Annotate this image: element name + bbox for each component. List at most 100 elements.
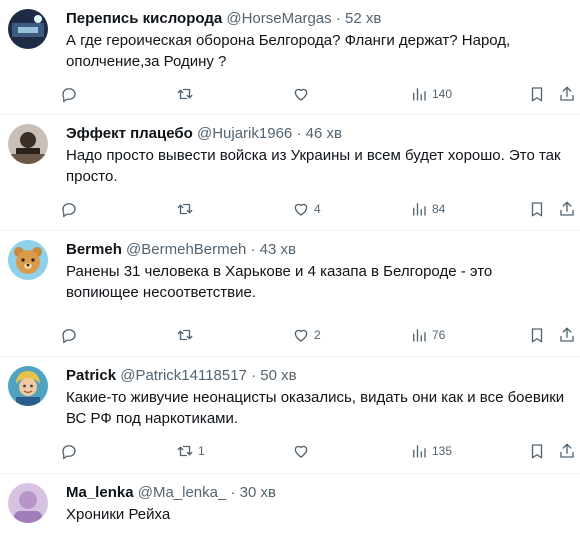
avatar-image [8,124,48,164]
tweet-header: Bermeh @BermehBermeh · 43 хв [66,240,568,260]
view-count: 76 [432,328,446,342]
action-bar: 140 [62,72,574,116]
views-button[interactable]: 84 [410,200,445,218]
author-handle[interactable]: @BermehBermeh [126,241,246,258]
author-name[interactable]: Patrick [66,367,116,384]
like-count: 2 [314,328,321,342]
bookmark-icon [531,202,543,217]
like-icon [294,88,308,101]
reply-button[interactable] [60,85,82,103]
avatar-image [8,366,48,406]
retweet-icon [177,329,193,341]
action-bar: 2 76 [62,313,574,357]
timestamp[interactable]: 46 хв [306,125,342,142]
bookmark-button[interactable] [528,442,546,460]
bookmark-button[interactable] [528,326,546,344]
like-button[interactable]: 2 [292,326,321,344]
reply-feed: Перепись кислорода @HorseMargas · 52 хв … [0,0,580,536]
timestamp[interactable]: 50 хв [260,367,296,384]
like-button[interactable]: 4 [292,200,321,218]
like-button[interactable] [292,442,314,460]
share-icon [560,327,574,342]
share-icon [560,201,574,216]
retweet-button[interactable] [176,326,198,344]
separator-dot: · [251,367,257,384]
author-name[interactable]: Эффект плацебо [66,125,193,142]
avatar[interactable] [8,483,48,523]
view-count: 84 [432,202,446,216]
reply-button[interactable] [60,200,82,218]
retweet-button[interactable] [176,200,198,218]
tweet-text: Ранены 31 человека в Харькове и 4 казапа… [66,263,493,301]
tweet[interactable]: Bermeh @BermehBermeh · 43 хв Ранены 31 ч… [0,231,580,357]
timestamp[interactable]: 52 хв [345,10,381,27]
tweet-header: Ma_lenka @Ma_lenka_ · 30 хв [66,483,568,503]
separator-dot: · [250,241,256,258]
views-icon [413,88,426,101]
avatar[interactable] [8,366,48,406]
tweet[interactable]: Patrick @Patrick14118517 · 50 хв Какие-т… [0,357,580,474]
views-button[interactable]: 76 [410,326,445,344]
tweet-header: Patrick @Patrick14118517 · 50 хв [66,366,568,386]
timestamp[interactable]: 30 хв [240,484,276,501]
bookmark-icon [531,444,543,459]
author-name[interactable]: Ma_lenka [66,484,134,501]
tweet-text: Хроники Рейха [66,506,171,523]
retweet-button[interactable]: 1 [176,442,205,460]
view-count: 140 [432,87,453,101]
tweet[interactable]: Перепись кислорода @HorseMargas · 52 хв … [0,0,580,115]
separator-dot: · [230,484,236,501]
retweet-icon [177,445,193,457]
tweet[interactable]: Эффект плацебо @Hujarik1966 · 46 хв Надо… [0,115,580,231]
tweet-text: А где героическая оборона Белгорода? Фла… [66,32,511,70]
reply-button[interactable] [60,326,82,344]
tweet-header: Эффект плацебо @Hujarik1966 · 46 хв [66,124,568,144]
tweet-text: Какие-то живучие неонацисты оказались, в… [66,389,565,427]
avatar[interactable] [8,240,48,280]
tweet[interactable]: Ma_lenka @Ma_lenka_ · 30 хв Хроники Рейх… [0,474,580,536]
avatar[interactable] [8,124,48,164]
bookmark-icon [531,328,543,343]
separator-dot: · [335,10,341,27]
like-icon [294,329,308,342]
retweet-icon [177,203,193,215]
bookmark-icon [531,87,543,102]
share-button[interactable] [558,442,576,460]
avatar-image [8,240,48,280]
action-bar: 4 84 [62,187,574,231]
share-icon [560,86,574,101]
like-button[interactable] [292,85,314,103]
views-icon [413,203,426,216]
author-name[interactable]: Перепись кислорода [66,10,222,27]
bookmark-button[interactable] [528,200,546,218]
like-icon [294,203,308,216]
author-handle[interactable]: @Patrick14118517 [120,367,247,384]
share-icon [560,443,574,458]
like-count: 4 [314,202,321,216]
timestamp[interactable]: 43 хв [260,241,296,258]
views-button[interactable]: 140 [410,85,452,103]
share-button[interactable] [558,85,576,103]
reply-icon [62,88,76,103]
share-button[interactable] [558,326,576,344]
author-handle[interactable]: @Hujarik1966 [197,125,292,142]
author-handle[interactable]: @HorseMargas [226,10,331,27]
retweet-count: 1 [198,444,205,458]
share-button[interactable] [558,200,576,218]
tweet-header: Перепись кислорода @HorseMargas · 52 хв [66,9,568,29]
separator-dot: · [296,125,302,142]
view-count: 135 [432,444,453,458]
action-bar: 1 135 [62,429,574,473]
bookmark-button[interactable] [528,85,546,103]
views-icon [413,329,426,342]
retweet-button[interactable] [176,85,198,103]
avatar-image [8,9,48,49]
reply-icon [62,329,76,344]
avatar[interactable] [8,9,48,49]
author-name[interactable]: Bermeh [66,241,122,258]
reply-button[interactable] [60,442,82,460]
author-handle[interactable]: @Ma_lenka_ [138,484,227,501]
tweet-text: Надо просто вывести войска из Украины и … [66,147,561,185]
views-button[interactable]: 135 [410,442,452,460]
views-icon [413,445,426,458]
